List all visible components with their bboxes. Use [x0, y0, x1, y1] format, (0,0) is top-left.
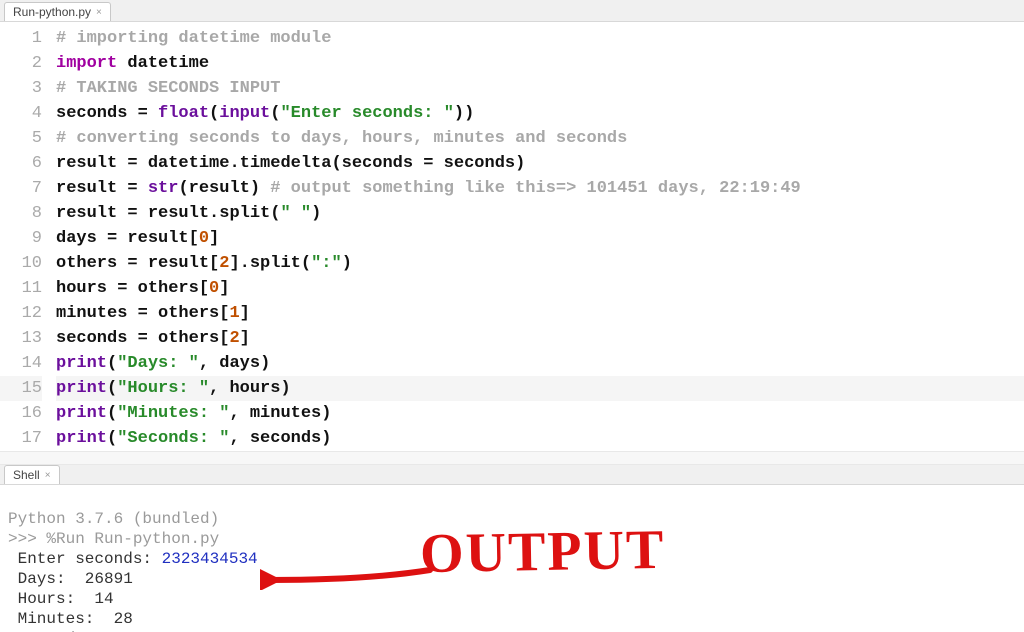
shell-output-line: Minutes: 28 [8, 609, 1016, 629]
code-line[interactable]: import datetime [56, 51, 1024, 76]
code-line[interactable]: # TAKING SECONDS INPUT [56, 76, 1024, 101]
code-line[interactable]: print("Seconds: ", seconds) [56, 426, 1024, 451]
code-line[interactable]: print("Minutes: ", minutes) [56, 401, 1024, 426]
code-line[interactable]: # converting seconds to days, hours, min… [56, 126, 1024, 151]
close-icon[interactable]: × [45, 470, 51, 481]
code-line[interactable]: print("Days: ", days) [56, 351, 1024, 376]
editor-tab-label: Run-python.py [13, 5, 91, 19]
shell-tab-label: Shell [13, 468, 40, 482]
pane-separator[interactable] [0, 451, 1024, 465]
code-line[interactable]: seconds = float(input("Enter seconds: ")… [56, 101, 1024, 126]
shell-input-line: Enter seconds: 2323434534 [8, 549, 1016, 569]
code-line[interactable]: others = result[2].split(":") [56, 251, 1024, 276]
editor-tab-bar: Run-python.py × [0, 0, 1024, 22]
code-line[interactable]: seconds = others[2] [56, 326, 1024, 351]
line-gutter: 1234567891011121314151617 [0, 26, 56, 451]
code-area[interactable]: # importing datetime moduleimport dateti… [56, 26, 1024, 451]
close-icon[interactable]: × [96, 7, 102, 18]
shell-output-line: Days: 26891 [8, 569, 1016, 589]
shell-output: Days: 26891Hours: 14Minutes: 28Seconds: … [8, 569, 1016, 632]
shell-tab[interactable]: Shell × [4, 465, 60, 484]
code-line[interactable]: hours = others[0] [56, 276, 1024, 301]
shell-tab-bar: Shell × [0, 465, 1024, 485]
code-line[interactable]: days = result[0] [56, 226, 1024, 251]
shell-prompt: >>> [8, 530, 46, 548]
code-line[interactable]: result = datetime.timedelta(seconds = se… [56, 151, 1024, 176]
code-line[interactable]: # importing datetime module [56, 26, 1024, 51]
code-line[interactable]: minutes = others[1] [56, 301, 1024, 326]
shell-pane[interactable]: Python 3.7.6 (bundled) >>> %Run Run-pyth… [0, 485, 1024, 632]
shell-version: Python 3.7.6 (bundled) [8, 510, 219, 528]
code-line[interactable]: print("Hours: ", hours) [56, 376, 1024, 401]
code-line[interactable]: result = result.split(" ") [56, 201, 1024, 226]
shell-input-value: 2323434534 [162, 550, 258, 568]
shell-run-cmd: %Run Run-python.py [46, 530, 219, 548]
shell-output-line: Hours: 14 [8, 589, 1016, 609]
code-editor[interactable]: 1234567891011121314151617 # importing da… [0, 22, 1024, 451]
code-line[interactable]: result = str(result) # output something … [56, 176, 1024, 201]
editor-tab[interactable]: Run-python.py × [4, 2, 111, 21]
